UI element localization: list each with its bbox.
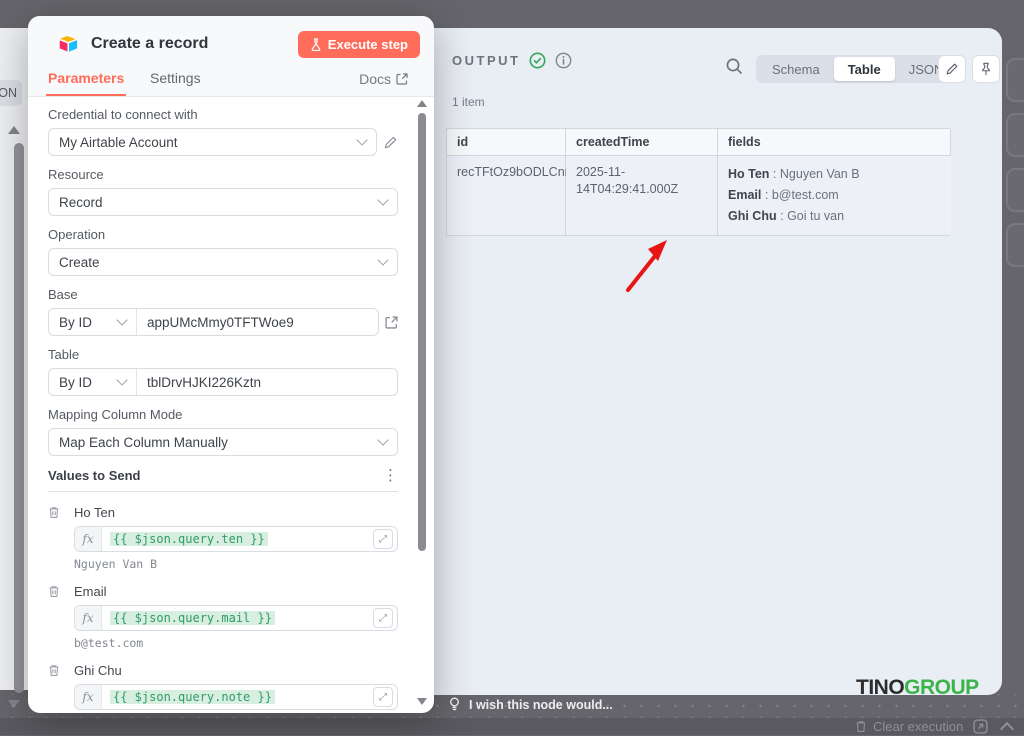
expression-result: Nguyen Van B	[74, 557, 398, 571]
cell-fields: Ho Ten : Nguyen Van B Email : b@test.com…	[718, 156, 951, 235]
fx-badge: fx	[75, 527, 102, 551]
delete-value-icon[interactable]	[48, 664, 60, 677]
open-base-external-icon[interactable]	[385, 316, 398, 329]
node-feedback-link[interactable]: I wish this node would...	[448, 697, 613, 712]
tab-schema[interactable]: Schema	[758, 57, 834, 81]
divider	[48, 491, 398, 492]
expression-input[interactable]: fx {{ $json.query.ten }} ⤢	[74, 526, 398, 552]
value-name: Ho Ten	[74, 505, 398, 520]
mapping-mode-label: Mapping Column Mode	[48, 407, 398, 422]
column-header-fields: fields	[718, 129, 951, 156]
value-item: Ghi Chu fx {{ $json.query.note }} ⤢	[48, 663, 398, 710]
card-header: Create a record Execute step Parameters …	[28, 16, 434, 97]
fx-badge: fx	[75, 606, 102, 630]
field-line: Ho Ten : Nguyen Van B	[728, 164, 941, 185]
expression-input[interactable]: fx {{ $json.query.note }} ⤢	[74, 684, 398, 710]
cell-id: recTFtOz9bODLCnns	[447, 156, 566, 235]
output-view-switcher: Schema Table JSON	[756, 55, 959, 83]
open-expression-editor-icon[interactable]: ⤢	[373, 687, 393, 707]
search-icon[interactable]	[725, 57, 744, 76]
value-item: Email fx {{ $json.query.mail }} ⤢ b@test…	[48, 584, 398, 650]
chevron-down-icon	[377, 194, 388, 205]
success-check-icon	[529, 52, 546, 69]
operation-select[interactable]: Create	[48, 248, 398, 276]
canvas-edge-button	[1006, 58, 1024, 102]
card-scrollbar-thumb[interactable]	[418, 113, 426, 551]
chevron-down-icon	[116, 374, 127, 385]
tab-parameters[interactable]: Parameters	[48, 70, 124, 86]
table-id-input[interactable]: tblDrvHJKI226Kztn	[137, 369, 397, 395]
table-mode-select[interactable]: By ID	[49, 369, 137, 395]
tab-settings[interactable]: Settings	[150, 70, 201, 86]
item-count: 1 item	[452, 95, 485, 109]
airtable-node-icon	[58, 35, 79, 53]
delete-value-icon[interactable]	[48, 585, 60, 598]
column-header-id: id	[447, 129, 566, 156]
info-icon[interactable]	[555, 52, 572, 69]
output-table: id createdTime fields recTFtOz9bODLCnns …	[446, 128, 950, 236]
chevron-down-icon	[116, 314, 127, 325]
fx-badge: fx	[75, 685, 102, 709]
canvas-edge-button	[1006, 113, 1024, 157]
parameters-form: Credential to connect with My Airtable A…	[28, 97, 434, 713]
operation-label: Operation	[48, 227, 398, 242]
expression-result: b@test.com	[74, 636, 398, 650]
flask-icon	[310, 38, 322, 51]
tino-group-watermark: TINOGROUP	[856, 676, 979, 700]
pin-data-button[interactable]	[972, 55, 1000, 83]
trash-icon	[855, 720, 867, 733]
clear-execution-button[interactable]: Clear execution	[855, 719, 963, 734]
chevron-down-icon	[377, 254, 388, 265]
canvas-edge-button	[1006, 168, 1024, 212]
execute-step-button[interactable]: Execute step	[298, 31, 420, 58]
credential-label: Credential to connect with	[48, 107, 398, 122]
background-page-strip: ON	[0, 28, 28, 690]
field-line: Ghi Chu : Goi tu van	[728, 206, 941, 227]
cut-off-json-tab[interactable]: ON	[0, 80, 22, 106]
external-link-icon	[396, 73, 408, 85]
pop-out-icon[interactable]	[973, 719, 988, 734]
value-item: Ho Ten fx {{ $json.query.ten }} ⤢ Nguyen…	[48, 505, 398, 571]
credential-select[interactable]: My Airtable Account	[48, 128, 377, 156]
expression-input[interactable]: fx {{ $json.query.mail }} ⤢	[74, 605, 398, 631]
canvas-edge-button	[1006, 223, 1024, 267]
chevron-down-icon	[356, 134, 367, 145]
field-line: Email : b@test.com	[728, 185, 941, 206]
table-field: By ID tblDrvHJKI226Kztn	[48, 368, 398, 396]
open-expression-editor-icon[interactable]: ⤢	[373, 608, 393, 628]
value-name: Email	[74, 584, 398, 599]
card-scroll-up-arrow[interactable]	[417, 100, 427, 107]
node-detail-card: Create a record Execute step Parameters …	[28, 16, 434, 713]
node-title: Create a record	[91, 35, 208, 53]
base-mode-select[interactable]: By ID	[49, 309, 137, 335]
kebab-menu-icon[interactable]: ⋮	[383, 471, 398, 481]
mapping-mode-select[interactable]: Map Each Column Manually	[48, 428, 398, 456]
card-scroll-down-arrow[interactable]	[417, 698, 427, 705]
page-scrollbar-thumb[interactable]	[14, 143, 24, 693]
delete-value-icon[interactable]	[48, 506, 60, 519]
lightbulb-icon	[448, 697, 461, 712]
column-header-createdtime: createdTime	[566, 129, 718, 156]
chevron-down-icon	[377, 434, 388, 445]
output-panel-title: OUTPUT	[452, 53, 520, 68]
base-id-input[interactable]: appUMcMmy0TFTWoe9	[137, 309, 378, 335]
table-label: Table	[48, 347, 398, 362]
output-panel: OUTPUT Schema Table JSON 1 item id creat…	[434, 28, 1002, 695]
edit-credential-icon[interactable]	[383, 135, 398, 150]
value-name: Ghi Chu	[74, 663, 398, 678]
edit-output-button[interactable]	[938, 55, 966, 83]
tab-table[interactable]: Table	[834, 57, 895, 81]
base-label: Base	[48, 287, 398, 302]
resource-select[interactable]: Record	[48, 188, 398, 216]
docs-link[interactable]: Docs	[359, 71, 408, 87]
cell-createdtime: 2025-11-14T04:29:41.000Z	[566, 156, 718, 235]
open-expression-editor-icon[interactable]: ⤢	[373, 529, 393, 549]
values-to-send-label: Values to Send	[48, 468, 140, 483]
resource-label: Resource	[48, 167, 398, 182]
scroll-up-arrow[interactable]	[8, 126, 20, 134]
base-field: By ID appUMcMmy0TFTWoe9	[48, 308, 379, 336]
